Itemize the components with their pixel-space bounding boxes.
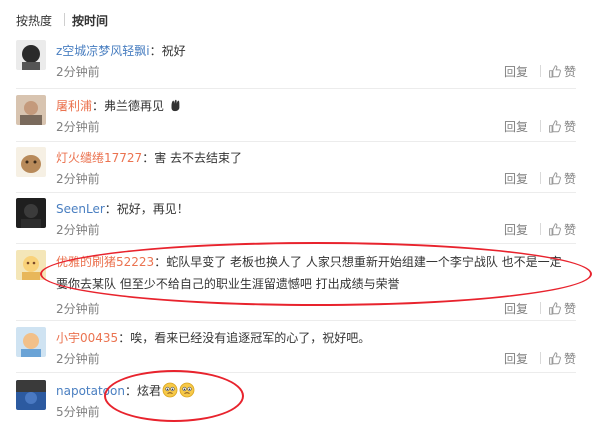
comment-item: 优雅的刷猪52223：蛇队早变了 老板也换人了 人家只想重新开始组建一个李宁战队…	[0, 250, 592, 318]
comment-divider	[16, 320, 576, 321]
comment-time: 5分钟前	[56, 405, 100, 419]
reply-button[interactable]: 回复	[504, 300, 528, 317]
comment-divider	[16, 192, 576, 193]
like-label: 赞	[563, 120, 576, 134]
like-button[interactable]: 赞	[548, 300, 576, 317]
avatar[interactable]	[16, 95, 46, 125]
sort-bar: 按热度 按时间	[0, 0, 592, 36]
comment-text: ：唉，看来已经没有追逐冠军的心了，祝好吧。	[118, 331, 371, 345]
comment-line: 小宇00435：唉，看来已经没有追逐冠军的心了，祝好吧。	[56, 328, 584, 348]
comment-time: 2分钟前	[56, 352, 100, 366]
comment-divider	[16, 88, 576, 89]
like-button[interactable]: 赞	[548, 170, 576, 187]
comment-item: SeenLer：祝好，再见！ 2分钟前 回复 赞	[0, 198, 592, 238]
comment-text: ：弗兰德再见	[92, 99, 165, 113]
username-link[interactable]: z空城凉梦风轻飘i	[56, 44, 150, 58]
comment-divider	[16, 141, 576, 142]
action-divider	[540, 65, 541, 77]
username-link[interactable]: napotatoon	[56, 384, 125, 398]
thumb-up-icon	[549, 302, 561, 315]
worried-face-icon	[179, 382, 195, 398]
like-label: 赞	[563, 302, 576, 316]
comment-line: z空城凉梦风轻飘i：祝好	[56, 41, 584, 61]
sort-by-hot[interactable]: 按热度	[16, 12, 52, 29]
avatar[interactable]	[16, 198, 46, 228]
comment-item: z空城凉梦风轻飘i：祝好 2分钟前 回复 赞	[0, 40, 592, 80]
avatar[interactable]	[16, 250, 46, 280]
comment-divider	[16, 372, 576, 373]
comment-text: ：害 去不去结束了	[142, 151, 243, 165]
comment-item: napotatoon：炫君 5分钟前	[0, 380, 592, 420]
reply-button[interactable]: 回复	[504, 350, 528, 367]
avatar[interactable]	[16, 327, 46, 357]
comment-text: ：祝好，再见！	[104, 202, 189, 216]
thumb-up-icon	[549, 352, 561, 365]
waving-hand-icon	[171, 99, 180, 112]
comment-actions: 回复 赞	[496, 118, 576, 134]
comment-actions: 回复 赞	[496, 300, 576, 316]
action-divider	[540, 352, 541, 364]
reply-button[interactable]: 回复	[504, 221, 528, 238]
username-link[interactable]: 优雅的刷猪52223	[56, 255, 154, 269]
thumb-up-icon	[549, 223, 561, 236]
thumb-up-icon	[549, 120, 561, 133]
comment-line: napotatoon：炫君	[56, 381, 584, 401]
comment-text: ：炫君	[124, 384, 161, 398]
comment-text: ：祝好	[149, 44, 186, 58]
like-label: 赞	[563, 65, 576, 79]
like-button[interactable]: 赞	[548, 221, 576, 238]
comment-item: 屠利浦：弗兰德再见 2分钟前 回复 赞	[0, 95, 592, 135]
comment-time: 2分钟前	[56, 302, 100, 316]
thumb-up-icon	[549, 172, 561, 185]
comment-time: 2分钟前	[56, 223, 100, 237]
action-divider	[540, 302, 541, 314]
avatar[interactable]	[16, 40, 46, 70]
like-button[interactable]: 赞	[548, 118, 576, 135]
thumb-up-icon	[549, 65, 561, 78]
like-button[interactable]: 赞	[548, 350, 576, 367]
username-link[interactable]: 灯火缱绻17727	[56, 151, 142, 165]
like-button[interactable]: 赞	[548, 63, 576, 80]
comment-item: 小宇00435：唉，看来已经没有追逐冠军的心了，祝好吧。 2分钟前 回复 赞	[0, 327, 592, 367]
comment-actions: 回复 赞	[496, 170, 576, 186]
comment-actions: 回复 赞	[496, 350, 576, 366]
comment-time: 2分钟前	[56, 120, 100, 134]
sort-by-time[interactable]: 按时间	[72, 12, 108, 29]
comment-line: 屠利浦：弗兰德再见	[56, 96, 584, 116]
username-link[interactable]: 小宇00435	[56, 331, 118, 345]
avatar[interactable]	[16, 147, 46, 177]
username-link[interactable]: SeenLer	[56, 202, 105, 216]
like-label: 赞	[563, 223, 576, 237]
comment-time: 2分钟前	[56, 65, 100, 79]
comment-divider	[16, 243, 576, 244]
sort-divider	[64, 13, 65, 26]
comment-item: 灯火缱绻17727：害 去不去结束了 2分钟前 回复 赞	[0, 147, 592, 187]
like-label: 赞	[563, 352, 576, 366]
comment-time: 2分钟前	[56, 172, 100, 186]
worried-face-icon	[162, 382, 178, 398]
comment-line: SeenLer：祝好，再见！	[56, 199, 584, 219]
action-divider	[540, 120, 541, 132]
username-link[interactable]: 屠利浦	[56, 99, 92, 113]
comment-line: 灯火缱绻17727：害 去不去结束了	[56, 148, 584, 168]
avatar[interactable]	[16, 380, 46, 410]
action-divider	[540, 223, 541, 235]
comment-line: 优雅的刷猪52223：蛇队早变了 老板也换人了 人家只想重新开始组建一个李宁战队…	[56, 251, 568, 295]
comment-actions: 回复 赞	[496, 221, 576, 237]
action-divider	[540, 172, 541, 184]
reply-button[interactable]: 回复	[504, 170, 528, 187]
comment-actions: 回复 赞	[496, 63, 576, 79]
reply-button[interactable]: 回复	[504, 118, 528, 135]
reply-button[interactable]: 回复	[504, 63, 528, 80]
like-label: 赞	[563, 172, 576, 186]
